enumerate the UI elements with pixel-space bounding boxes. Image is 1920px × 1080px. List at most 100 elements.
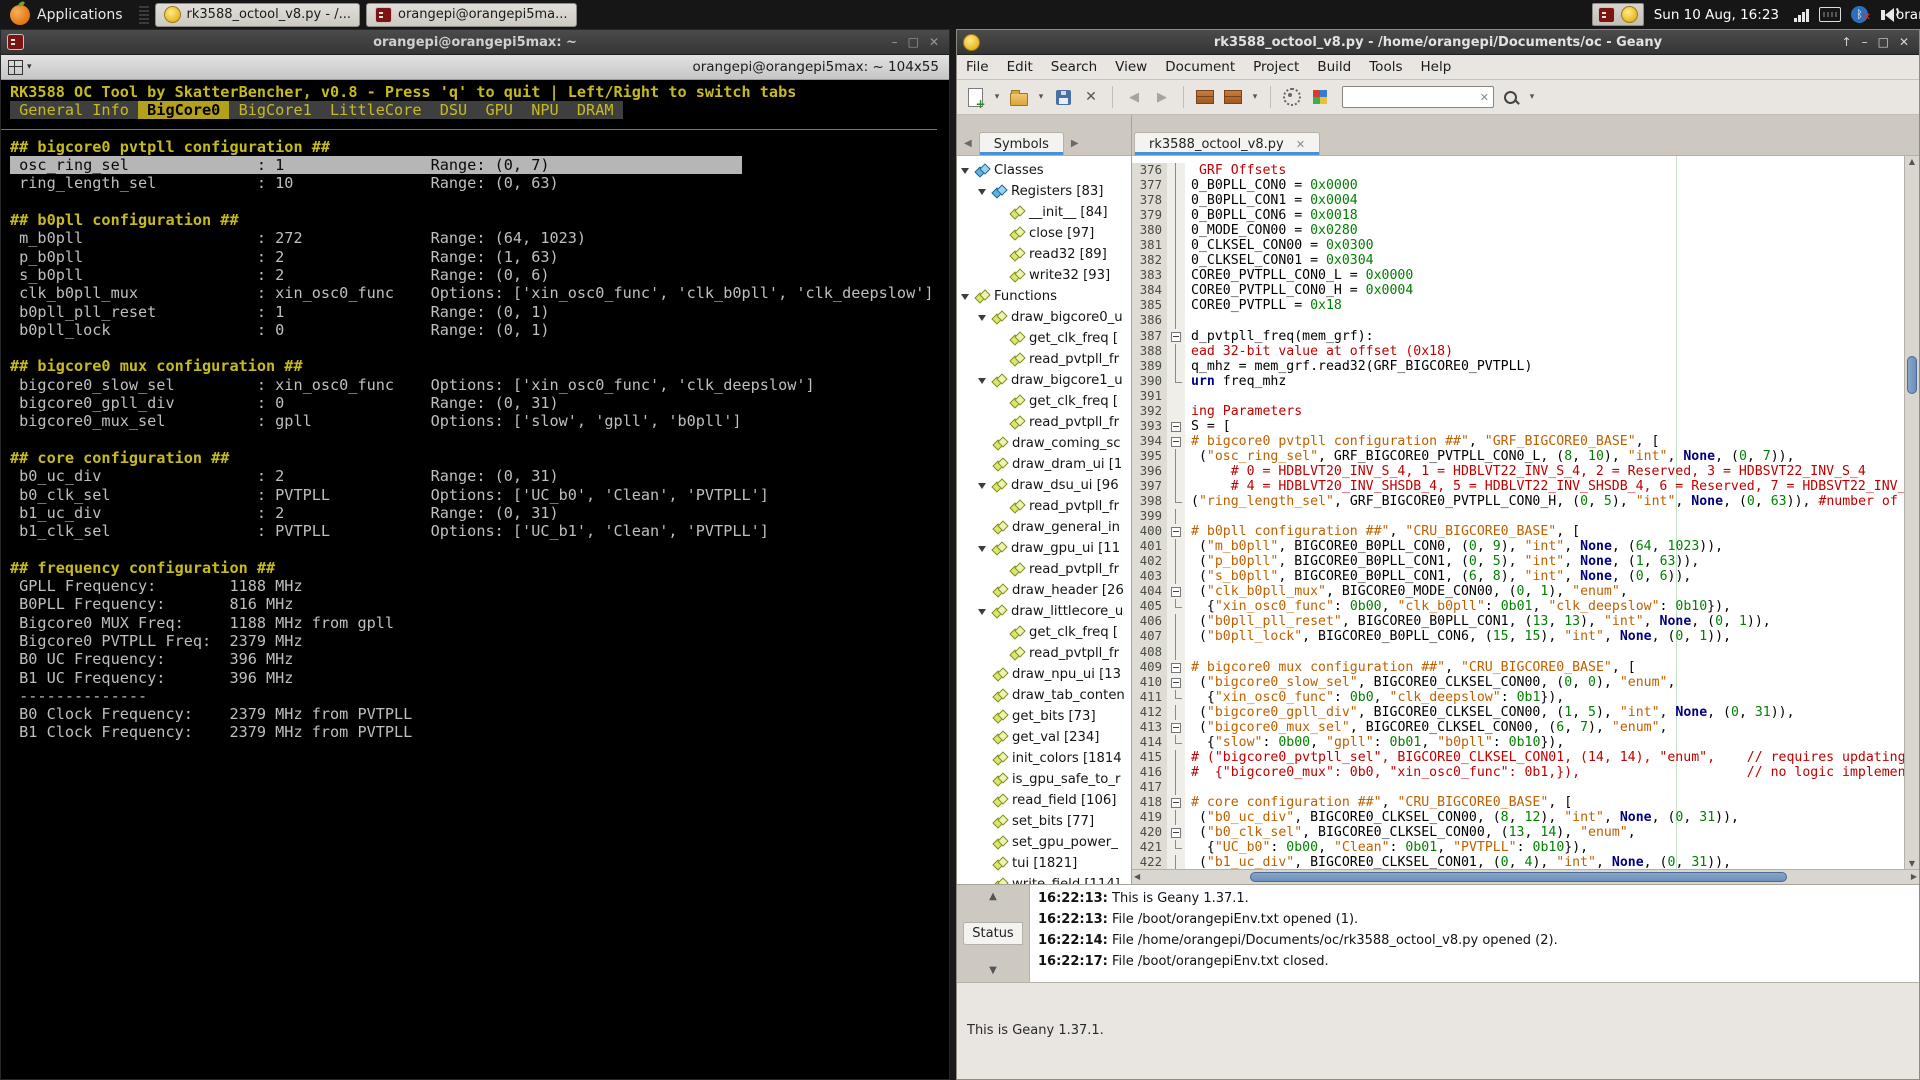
network-signal-icon[interactable] bbox=[1794, 8, 1809, 22]
color-chooser-button[interactable] bbox=[1308, 84, 1332, 110]
open-file-button[interactable] bbox=[1007, 84, 1031, 110]
line-number[interactable]: 391 bbox=[1132, 388, 1167, 404]
tree-item-init_colors-1814[interactable]: init_colors [1814 bbox=[957, 748, 1131, 769]
menu-edit[interactable]: Edit bbox=[998, 59, 1042, 75]
terminal-maximize-button[interactable]: □ bbox=[908, 30, 919, 54]
expander-icon[interactable] bbox=[978, 377, 986, 384]
bluetooth-icon[interactable]: ᛒ ✕ bbox=[1851, 6, 1871, 23]
tree-item-read_pvtpll_fr[interactable]: read_pvtpll_fr bbox=[957, 349, 1131, 370]
expander-icon[interactable] bbox=[978, 608, 986, 615]
scroll-up-icon[interactable]: ▲ bbox=[1905, 157, 1919, 166]
tree-item-get_clk_freq-[interactable]: get_clk_freq [ bbox=[957, 328, 1131, 349]
tab-scroll-left-icon[interactable]: ◀ bbox=[959, 138, 977, 155]
build-button[interactable] bbox=[1221, 84, 1245, 110]
tree-item-read_pvtpll_fr[interactable]: read_pvtpll_fr bbox=[957, 412, 1131, 433]
line-number[interactable]: 404 bbox=[1132, 584, 1167, 600]
line-number[interactable]: 409 bbox=[1132, 659, 1167, 675]
keyboard-icon[interactable] bbox=[1819, 7, 1841, 22]
tab-scroll-down-icon[interactable]: ▼ bbox=[989, 965, 997, 976]
line-number[interactable]: 410 bbox=[1132, 674, 1167, 690]
run-button[interactable] bbox=[1280, 84, 1304, 110]
menu-build[interactable]: Build bbox=[1308, 59, 1360, 75]
tree-item-draw_header-26[interactable]: draw_header [26 bbox=[957, 580, 1131, 601]
geany-shade-button[interactable]: ↑ bbox=[1842, 30, 1852, 54]
line-number[interactable]: 422 bbox=[1132, 855, 1167, 869]
horizontal-scrollbar-thumb[interactable] bbox=[1250, 872, 1788, 882]
line-number[interactable]: 416 bbox=[1132, 764, 1167, 780]
line-number[interactable]: 386 bbox=[1132, 313, 1167, 329]
line-number[interactable]: 415 bbox=[1132, 749, 1167, 765]
terminal-close-button[interactable]: ✕ bbox=[929, 30, 939, 54]
line-number[interactable]: 390 bbox=[1132, 373, 1167, 389]
new-file-dropdown[interactable]: ▾ bbox=[991, 84, 1003, 110]
line-number[interactable]: 408 bbox=[1132, 644, 1167, 660]
applications-menu[interactable]: Applications bbox=[0, 0, 133, 29]
tree-item-write_field-114-[interactable]: write_field [114] bbox=[957, 874, 1131, 884]
line-number[interactable]: 418 bbox=[1132, 794, 1167, 811]
chevron-down-icon[interactable]: ▾ bbox=[27, 62, 32, 72]
tree-item-draw_littlecore_u[interactable]: draw_littlecore_u bbox=[957, 601, 1131, 622]
fold-collapse-icon[interactable] bbox=[1167, 328, 1185, 344]
status-message[interactable]: 16:22:17: File /boot/orangepiEnv.txt clo… bbox=[1038, 954, 1919, 975]
compile-button[interactable] bbox=[1193, 84, 1217, 110]
tree-item-draw_dsu_ui-96[interactable]: draw_dsu_ui [96 bbox=[957, 475, 1131, 496]
editor-body[interactable]: 376 GRF Offsets 377 0_B0PLL_CON0 = 0x0000 3… bbox=[1132, 156, 1919, 869]
tab-symbols[interactable]: Symbols bbox=[978, 132, 1064, 155]
expander-icon[interactable] bbox=[978, 482, 986, 489]
fold-collapse-icon[interactable] bbox=[1167, 433, 1185, 449]
geany-minimize-button[interactable]: – bbox=[1862, 30, 1868, 54]
tree-item-get_bits-73-[interactable]: get_bits [73] bbox=[957, 706, 1131, 727]
tree-item-draw_gpu_ui-11[interactable]: draw_gpu_ui [11 bbox=[957, 538, 1131, 559]
tree-item-write32-93-[interactable]: write32 [93] bbox=[957, 265, 1131, 286]
line-number[interactable]: 379 bbox=[1132, 208, 1167, 224]
line-number[interactable]: 380 bbox=[1132, 223, 1167, 239]
search-button[interactable] bbox=[1498, 84, 1522, 110]
line-number[interactable]: 401 bbox=[1132, 539, 1167, 555]
line-number[interactable]: 378 bbox=[1132, 193, 1167, 209]
build-dropdown[interactable]: ▾ bbox=[1249, 84, 1261, 110]
tree-item-set_gpu_power_[interactable]: set_gpu_power_ bbox=[957, 832, 1131, 853]
expander-icon[interactable] bbox=[961, 167, 969, 174]
line-number[interactable]: 411 bbox=[1132, 689, 1167, 705]
line-number[interactable]: 384 bbox=[1132, 283, 1167, 299]
taskbar-button-geany[interactable]: rk3588_octool_v8.py - /... bbox=[154, 2, 360, 27]
geany-close-button[interactable]: ✕ bbox=[1899, 30, 1909, 54]
save-button[interactable] bbox=[1051, 84, 1075, 110]
line-number[interactable]: 381 bbox=[1132, 238, 1167, 254]
menu-tools[interactable]: Tools bbox=[1360, 59, 1411, 75]
menu-help[interactable]: Help bbox=[1412, 59, 1461, 75]
line-number[interactable]: 383 bbox=[1132, 268, 1167, 284]
line-number[interactable]: 393 bbox=[1132, 418, 1167, 434]
line-number[interactable]: 412 bbox=[1132, 704, 1167, 720]
geany-titlebar[interactable]: rk3588_octool_v8.py - /home/orangepi/Doc… bbox=[957, 30, 1919, 55]
menu-document[interactable]: Document bbox=[1156, 59, 1244, 75]
expander-icon[interactable] bbox=[978, 188, 986, 195]
line-number[interactable]: 389 bbox=[1132, 358, 1167, 374]
expander-icon[interactable] bbox=[978, 545, 986, 552]
tray-geany-icon[interactable] bbox=[1620, 6, 1638, 23]
tree-item-draw_bigcore0_u[interactable]: draw_bigcore0_u bbox=[957, 307, 1131, 328]
line-number[interactable]: 397 bbox=[1132, 478, 1167, 495]
terminal-titlebar[interactable]: orangepi@orangepi5max: ~ – □ ✕ bbox=[1, 30, 949, 55]
fold-collapse-icon[interactable] bbox=[1167, 825, 1185, 841]
line-number[interactable]: 406 bbox=[1132, 614, 1167, 630]
line-number[interactable]: 417 bbox=[1132, 779, 1167, 795]
tree-item-get_clk_freq-[interactable]: get_clk_freq [ bbox=[957, 622, 1131, 643]
tray-terminal-icon[interactable] bbox=[1597, 6, 1615, 23]
line-number[interactable]: 376 bbox=[1132, 163, 1167, 179]
tab-document[interactable]: rk3588_octool_v8.py ✕ bbox=[1134, 132, 1321, 155]
navigate-forward-button[interactable]: ▶ bbox=[1150, 84, 1174, 110]
tree-item-draw_bigcore1_u[interactable]: draw_bigcore1_u bbox=[957, 370, 1131, 391]
vertical-scrollbar[interactable]: ▲ ▼ bbox=[1904, 156, 1919, 869]
line-number[interactable]: 377 bbox=[1132, 178, 1167, 194]
search-dropdown[interactable]: ▾ bbox=[1526, 84, 1538, 110]
scroll-left-icon[interactable]: ◀ bbox=[1134, 870, 1140, 884]
volume-icon[interactable] bbox=[1878, 5, 1899, 22]
line-number[interactable]: 400 bbox=[1132, 524, 1167, 540]
menu-view[interactable]: View bbox=[1106, 59, 1156, 75]
fold-collapse-icon[interactable] bbox=[1167, 418, 1185, 434]
tree-item-draw_coming_sc[interactable]: draw_coming_sc bbox=[957, 433, 1131, 454]
tree-item-draw_npu_ui-13[interactable]: draw_npu_ui [13 bbox=[957, 664, 1131, 685]
tree-item-set_bits-77-[interactable]: set_bits [77] bbox=[957, 811, 1131, 832]
tree-item-classes[interactable]: Classes bbox=[957, 160, 1131, 181]
